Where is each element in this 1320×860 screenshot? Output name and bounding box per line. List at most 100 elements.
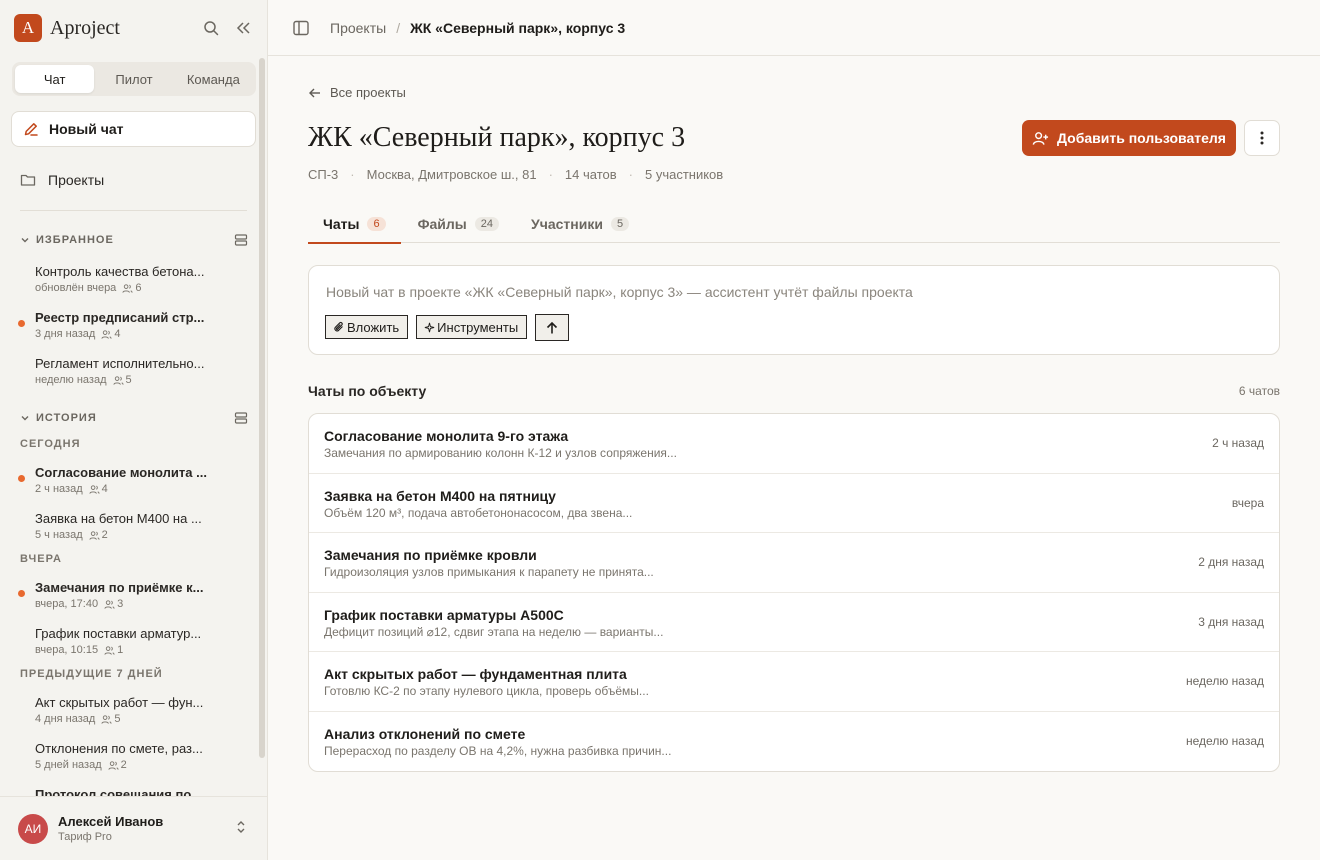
project-code: СП-3 <box>308 167 339 182</box>
history-group-label: ПРЕДЫДУЩИЕ 7 ДНЕЙ <box>20 668 163 680</box>
breadcrumb-projects[interactable]: Проекты <box>330 20 386 36</box>
more-options-button[interactable] <box>1244 120 1280 156</box>
chat-list-count: 6 чатов <box>1238 384 1280 398</box>
add-user-button[interactable]: Добавить пользователя <box>1022 120 1236 156</box>
history-chat-item[interactable]: Протокол совещания по ... <box>14 787 250 796</box>
mode-tab-team[interactable]: Команда <box>174 65 253 93</box>
chat-item-time: вчера, 17:40 <box>35 598 99 610</box>
chat-item-title: Отклонения по смете, раз... <box>35 741 203 756</box>
chat-row-title: Замечания по приёмке кровли <box>324 547 537 563</box>
chat-row[interactable]: Заявка на бетон М400 на пятницу Объём 12… <box>309 474 1279 533</box>
chat-list-title: Чаты по объекту <box>308 383 427 399</box>
members-icon <box>112 375 124 386</box>
favorites-section-header[interactable]: ИЗБРАННОЕ <box>20 231 248 249</box>
chevron-up-down-icon[interactable] <box>235 819 247 840</box>
sidebar-header: A Aproject <box>14 14 253 42</box>
chat-row-title: Согласование монолита 9-го этажа <box>324 428 569 444</box>
send-button[interactable] <box>535 314 570 341</box>
project-members-count: 5 участников <box>644 167 724 182</box>
chat-row-snippet: Готовлю КС-2 по этапу нулевого цикла, пр… <box>324 684 649 698</box>
tab-files[interactable]: Файлы 24 <box>403 204 514 243</box>
collapse-sidebar-icon[interactable] <box>233 18 253 38</box>
favorite-chat-item[interactable]: Регламент исполнительно... неделю назад 5 <box>14 356 250 396</box>
user-plan: Тариф Pro <box>58 831 112 843</box>
tab-count-badge: 6 <box>367 216 386 231</box>
sidebar-toggle-icon[interactable] <box>292 19 310 37</box>
history-chat-item[interactable]: Замечания по приёмке к... вчера, 17:40 3 <box>14 580 250 620</box>
new-chat-button[interactable]: Новый чат <box>11 111 256 147</box>
history-chat-item[interactable]: Акт скрытых работ — фун... 4 дня назад 5 <box>14 695 250 735</box>
chat-row[interactable]: Замечания по приёмке кровли Гидроизоляци… <box>309 533 1279 593</box>
breadcrumb-current: ЖК «Северный парк», корпус 3 <box>410 19 626 36</box>
chat-row-title: Анализ отклонений по смете <box>324 725 526 742</box>
chat-row-time: 2 дня назад <box>1198 555 1264 569</box>
chat-item-members: 3 <box>117 598 124 610</box>
favorite-chat-item[interactable]: Контроль качества бетона... обновлён вче… <box>14 264 250 304</box>
favorite-chat-item[interactable]: Реестр предписаний стр... 3 дня назад 4 <box>14 310 250 350</box>
chat-row-title: График поставки арматуры А500С <box>324 606 564 623</box>
chat-list-header: Чаты по объекту 6 чатов <box>308 383 1280 399</box>
history-section-header[interactable]: ИСТОРИЯ <box>20 409 248 427</box>
history-chat-item[interactable]: График поставки арматур... вчера, 10:15 1 <box>14 626 250 666</box>
unread-dot <box>18 320 25 327</box>
history-chat-item[interactable]: Отклонения по смете, раз... 5 дней назад… <box>14 741 250 781</box>
members-icon <box>104 645 115 656</box>
chat-item-members: 4 <box>101 483 108 495</box>
composer-input[interactable]: Новый чат в проекте «ЖК «Северный парк»,… <box>326 284 913 300</box>
sidebar-item-projects[interactable]: Проекты <box>20 168 104 192</box>
chat-row[interactable]: График поставки арматуры А500С Дефицит п… <box>309 593 1279 652</box>
history-chat-item[interactable]: Заявка на бетон М400 на ... 5 ч назад 2 <box>14 511 250 551</box>
history-chat-item[interactable]: Согласование монолита ... 2 ч назад 4 <box>14 465 250 505</box>
chat-row-snippet: Дефицит позиций ⌀12, сдвиг этапа на неде… <box>324 624 664 639</box>
chat-row[interactable]: Анализ отклонений по смете Перерасход по… <box>309 712 1279 772</box>
chat-item-title: График поставки арматур... <box>35 626 202 641</box>
chat-item-title: Согласование монолита ... <box>35 465 207 480</box>
history-group-label: ВЧЕРА <box>20 553 62 565</box>
back-to-projects-link[interactable]: Все проекты <box>308 85 406 100</box>
chat-item-title: Регламент исполнительно... <box>35 356 205 371</box>
chat-row-title: Заявка на бетон М400 на пятницу <box>324 487 556 504</box>
chat-item-members: 2 <box>120 759 127 771</box>
back-link-label: Все проекты <box>330 85 406 100</box>
attach-label: Вложить <box>347 319 400 335</box>
add-user-label: Добавить пользователя <box>1057 130 1226 146</box>
layers-icon[interactable] <box>234 233 248 247</box>
sidebar-divider <box>20 210 247 211</box>
chevron-down-icon <box>20 413 30 423</box>
chat-item-title: Заявка на бетон М400 на ... <box>35 511 202 526</box>
tools-button[interactable]: Инструменты <box>416 315 528 339</box>
chat-list: Согласование монолита 9-го этажа Замечан… <box>308 413 1280 772</box>
members-icon <box>89 530 100 541</box>
chat-item-title: Контроль качества бетона... <box>35 264 205 279</box>
mode-tab-chat[interactable]: Чат <box>15 65 95 93</box>
favorites-title: ИЗБРАННОЕ <box>36 234 114 246</box>
avatar: АИ <box>18 813 48 844</box>
user-menu[interactable]: АИ Алексей Иванов Тариф Pro <box>0 796 267 860</box>
chat-row[interactable]: Согласование монолита 9-го этажа Замечан… <box>309 414 1279 474</box>
chat-item-time: 5 ч назад <box>35 529 83 541</box>
chat-row[interactable]: Акт скрытых работ — фундаментная плита Г… <box>309 652 1279 712</box>
tools-label: Инструменты <box>437 319 519 335</box>
arrow-left-icon <box>308 86 322 100</box>
mode-tab-pilot[interactable]: Пилот <box>94 65 173 93</box>
pencil-icon <box>23 121 39 137</box>
app-logo: A <box>14 14 42 42</box>
attach-button[interactable]: Вложить <box>325 315 409 339</box>
chat-row-time: вчера <box>1231 495 1264 510</box>
new-chat-label: Новый чат <box>49 121 124 137</box>
project-address: Москва, Дмитровское ш., 81 <box>366 167 537 182</box>
chat-item-time: неделю назад <box>35 374 107 386</box>
layers-icon[interactable] <box>234 411 248 425</box>
project-meta: СП-3 · Москва, Дмитровское ш., 81 · 14 ч… <box>308 167 723 182</box>
more-vertical-icon <box>1260 131 1264 145</box>
app-name: Aproject <box>50 16 120 39</box>
sidebar-scrollbar[interactable] <box>259 58 265 758</box>
tab-members[interactable]: Участники 5 <box>516 204 644 243</box>
members-icon <box>101 329 112 340</box>
tab-chats[interactable]: Чаты 6 <box>308 204 401 244</box>
tab-label: Файлы <box>417 215 467 232</box>
chat-composer[interactable]: Новый чат в проекте «ЖК «Северный парк»,… <box>308 265 1280 355</box>
chat-item-title: Замечания по приёмке к... <box>35 580 204 595</box>
members-icon <box>108 760 119 771</box>
search-icon[interactable] <box>201 18 221 38</box>
